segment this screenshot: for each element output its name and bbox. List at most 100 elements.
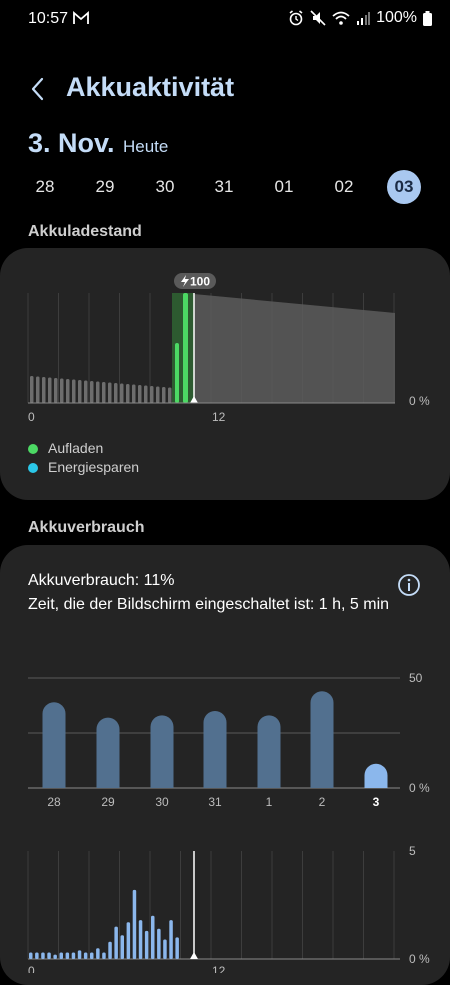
battery-level-bar xyxy=(114,383,118,403)
y-tick-max: 50 xyxy=(409,671,423,685)
charging-bar-2 xyxy=(183,293,188,403)
status-bar: 10:57 100% xyxy=(0,0,450,40)
legend-charging-label: Aufladen xyxy=(48,440,104,456)
current-time-marker xyxy=(190,952,198,959)
alarm-icon xyxy=(289,10,303,26)
battery-level-bar xyxy=(102,382,106,403)
day-29[interactable]: 29 xyxy=(88,170,122,204)
info-icon[interactable] xyxy=(397,573,421,597)
hourly-bar xyxy=(126,922,131,959)
x-tick-12: 12 xyxy=(212,410,226,424)
battery-level-card: 100 0 12 0 % Aufladen Energiesparen xyxy=(0,248,450,500)
section-usage: Akkuverbrauch xyxy=(28,519,145,536)
hourly-bar xyxy=(90,952,94,959)
mute-icon xyxy=(310,10,326,26)
battery-level-bar xyxy=(72,379,76,403)
x-tick-12: 12 xyxy=(212,964,226,973)
daily-bar-1[interactable] xyxy=(257,715,281,788)
battery-level-bar xyxy=(150,386,154,403)
legend-power-saving-label: Energiesparen xyxy=(48,459,140,475)
date-relative: Heute xyxy=(122,137,169,156)
hourly-bar xyxy=(108,941,112,959)
battery-level-bar xyxy=(168,387,172,403)
hourly-bar xyxy=(29,952,33,959)
battery-level-bar xyxy=(84,380,88,403)
hourly-bar xyxy=(138,920,143,959)
battery-level-bar xyxy=(96,381,100,403)
daily-tick-3: 3 xyxy=(373,795,380,809)
back-arrow-icon[interactable] xyxy=(28,76,48,102)
battery-percent: 100% xyxy=(376,9,417,26)
hourly-bar xyxy=(157,928,161,959)
hourly-bar xyxy=(65,952,70,959)
power-saving-dot-icon xyxy=(28,463,38,474)
hourly-bar xyxy=(163,939,167,959)
x-tick-0: 0 xyxy=(28,964,35,973)
hourly-bar xyxy=(53,954,57,959)
hourly-bar xyxy=(71,952,76,959)
daily-bar-28[interactable] xyxy=(42,702,66,788)
daily-tick-1: 1 xyxy=(266,795,273,809)
hourly-bar xyxy=(169,920,173,959)
daily-bar-3[interactable] xyxy=(364,763,388,788)
hourly-bar xyxy=(144,930,149,959)
day-30[interactable]: 30 xyxy=(148,170,182,204)
daily-usage-chart: 50 0 % 28 29 30 31 1 2 3 xyxy=(28,671,430,809)
daily-bar-30[interactable] xyxy=(150,715,174,788)
battery-level-bar xyxy=(30,376,34,403)
date-label: 3. Nov. xyxy=(28,128,115,158)
hourly-bar xyxy=(102,952,106,959)
hourly-bar xyxy=(83,952,88,959)
day-03[interactable]: 03 xyxy=(387,170,421,204)
hourly-bar xyxy=(151,915,155,959)
battery-level-bar xyxy=(108,382,112,403)
hourly-bar xyxy=(175,937,179,959)
y-tick-min: 0 % xyxy=(409,952,430,966)
daily-bar-29[interactable] xyxy=(96,717,120,788)
daily-tick-29: 29 xyxy=(101,795,115,809)
daily-tick-2: 2 xyxy=(319,795,326,809)
battery-level-bar xyxy=(90,381,94,403)
charging-bar-1 xyxy=(175,343,179,403)
section-battery-level: Akkuladestand xyxy=(28,223,142,240)
hourly-bar xyxy=(41,952,45,959)
hourly-bar xyxy=(120,935,124,959)
daily-bar-2[interactable] xyxy=(310,691,334,788)
gmail-icon xyxy=(73,11,89,24)
battery-level-bar xyxy=(144,385,148,403)
page-title: Akkuaktivität xyxy=(66,72,235,102)
day-31[interactable]: 31 xyxy=(207,170,241,204)
day-02[interactable]: 02 xyxy=(327,170,361,204)
charge-badge-text: 100 xyxy=(190,275,210,289)
hourly-bar xyxy=(132,889,137,959)
hourly-bar xyxy=(59,952,63,959)
signal-icon xyxy=(357,12,371,25)
battery-level-bar xyxy=(36,376,40,403)
y-axis-label: 0 % xyxy=(409,394,430,408)
legend-power-saving: Energiesparen xyxy=(28,459,139,475)
date-heading: 3. Nov. Heute xyxy=(28,128,168,159)
battery-level-bar xyxy=(60,378,64,403)
battery-level-bar xyxy=(162,387,166,403)
battery-level-bar xyxy=(120,383,124,403)
hourly-bar xyxy=(47,952,51,959)
battery-level-bar xyxy=(54,378,58,403)
hourly-usage-chart: 5 0 % 0 12 xyxy=(27,844,430,973)
wifi-icon xyxy=(332,11,350,25)
battery-level-bar xyxy=(78,380,82,403)
daily-bar-31[interactable] xyxy=(203,711,227,788)
battery-level-bar xyxy=(132,384,136,403)
daily-tick-31: 31 xyxy=(208,795,222,809)
day-01[interactable]: 01 xyxy=(267,170,301,204)
daily-tick-28: 28 xyxy=(47,795,61,809)
hourly-bar xyxy=(96,948,100,959)
battery-icon xyxy=(423,10,432,26)
y-tick-max: 5 xyxy=(409,844,416,858)
y-tick-min: 0 % xyxy=(409,781,430,795)
battery-level-bar xyxy=(138,385,142,403)
usage-percent-text: Akkuverbrauch: 11% xyxy=(28,572,175,589)
day-28[interactable]: 28 xyxy=(28,170,62,204)
battery-level-bar xyxy=(66,379,70,403)
status-time: 10:57 xyxy=(28,10,69,27)
status-icons: 100% xyxy=(288,9,432,27)
